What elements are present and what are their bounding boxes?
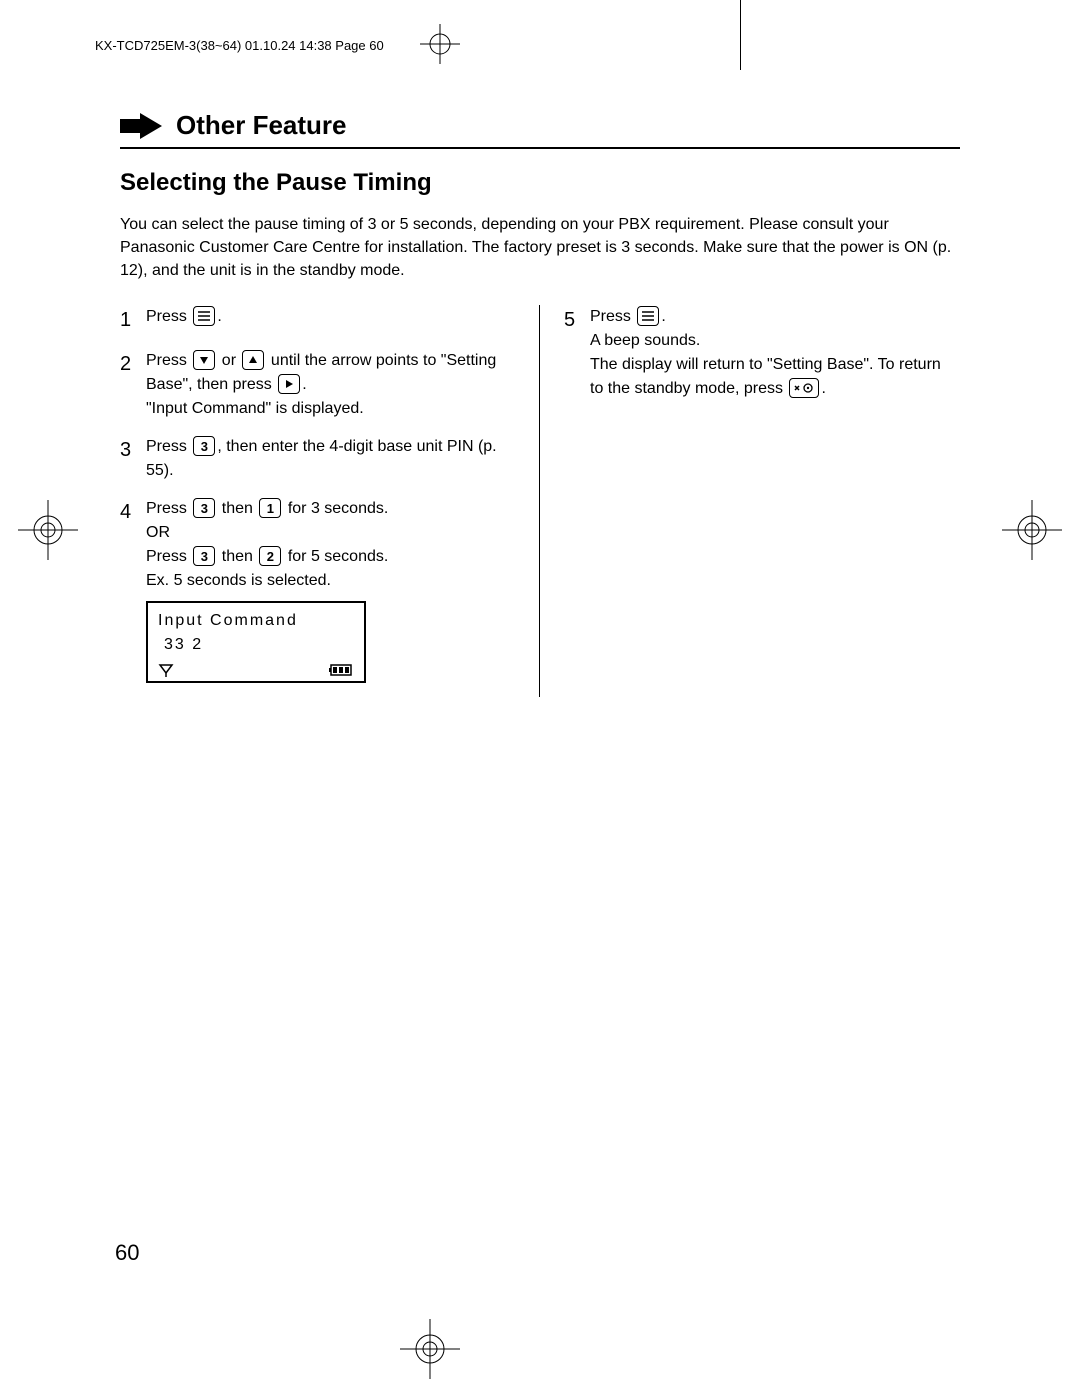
step-body: Press . <box>146 305 527 335</box>
section-header: Other Feature <box>120 110 960 149</box>
step-number: 2 <box>120 349 146 421</box>
3-key-icon: 3 <box>193 546 215 566</box>
step-body: Press 3, then enter the 4-digit base uni… <box>146 435 527 483</box>
registration-mark-bottom <box>400 1319 460 1379</box>
step: 5Press .A beep sounds.The display will r… <box>564 305 948 401</box>
down-key-icon <box>193 350 215 370</box>
intro-paragraph: You can select the pause timing of 3 or … <box>120 213 960 283</box>
3-key-icon: 3 <box>193 498 215 518</box>
lcd-display: Input Command33 2 <box>146 601 366 683</box>
antenna-icon <box>158 663 174 677</box>
3-key-icon: 3 <box>193 436 215 456</box>
power-key-icon <box>789 378 819 398</box>
page-number: 60 <box>115 1240 139 1266</box>
registration-mark-left <box>18 500 78 560</box>
menu-key-icon <box>637 306 659 326</box>
lcd-line1: Input Command <box>158 609 354 633</box>
step-number: 4 <box>120 497 146 683</box>
subtitle: Selecting the Pause Timing <box>120 169 960 197</box>
2-key-icon: 2 <box>259 546 281 566</box>
step-body: Press 3 then 1 for 3 seconds.ORPress 3 t… <box>146 497 527 683</box>
up-key-icon <box>242 350 264 370</box>
registration-mark-right <box>1002 500 1062 560</box>
step-number: 1 <box>120 305 146 335</box>
step: 3Press 3, then enter the 4-digit base un… <box>120 435 527 483</box>
section-title: Other Feature <box>176 110 347 141</box>
step-body: Press .A beep sounds.The display will re… <box>590 305 948 401</box>
step: 1Press . <box>120 305 527 335</box>
step: 2Press or until the arrow points to "Set… <box>120 349 527 421</box>
page-content: Other Feature Selecting the Pause Timing… <box>120 110 960 697</box>
1-key-icon: 1 <box>259 498 281 518</box>
right-column: 5Press .A beep sounds.The display will r… <box>540 305 960 697</box>
section-arrow-icon <box>120 113 162 139</box>
step-number: 5 <box>564 305 590 401</box>
registration-mark-top <box>420 24 460 64</box>
left-column: 1Press .2Press or until the arrow points… <box>120 305 540 697</box>
lcd-line2: 33 2 <box>164 633 354 657</box>
right-key-icon <box>278 374 300 394</box>
step-body: Press or until the arrow points to "Sett… <box>146 349 527 421</box>
trim-line-top <box>740 0 741 70</box>
step-number: 3 <box>120 435 146 483</box>
menu-key-icon <box>193 306 215 326</box>
battery-icon <box>328 663 354 677</box>
step: 4Press 3 then 1 for 3 seconds.ORPress 3 … <box>120 497 527 683</box>
print-header: KX-TCD725EM-3(38~64) 01.10.24 14:38 Page… <box>95 38 384 53</box>
